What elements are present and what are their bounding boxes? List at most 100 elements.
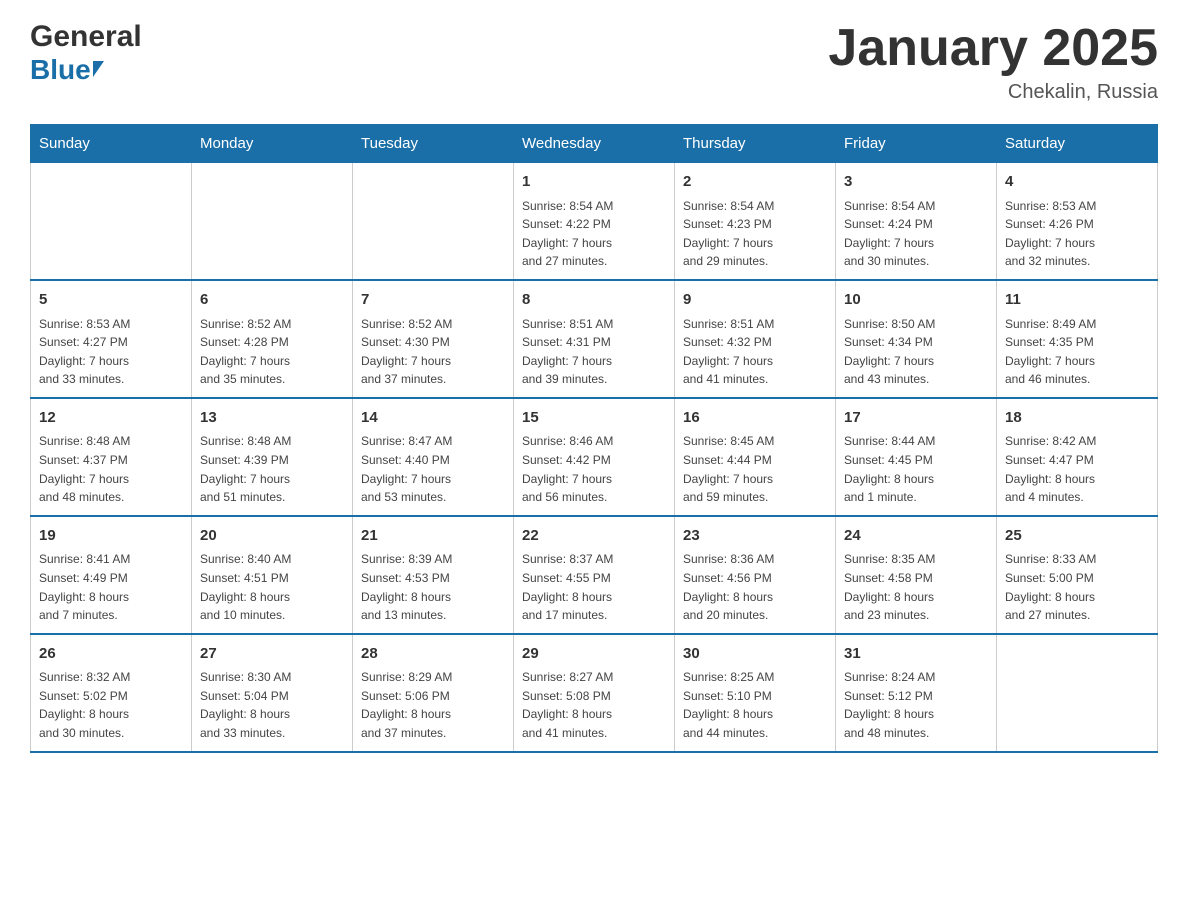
- day-number: 10: [844, 289, 988, 312]
- table-row: [31, 163, 192, 280]
- table-row: 1 Sunrise: 8:54 AM Sunset: 4:22 PM Daylig…: [514, 163, 675, 280]
- day-info: Sunrise: 8:52 AM Sunset: 4:30 PM Dayligh…: [361, 315, 505, 389]
- day-number: 14: [361, 407, 505, 430]
- table-row: 20Sunrise: 8:40 AM Sunset: 4:51 PM Dayli…: [192, 516, 353, 634]
- day-number: 27: [200, 643, 344, 666]
- day-info: Sunrise: 8:51 AM Sunset: 4:31 PM Dayligh…: [522, 315, 666, 389]
- day-number: 21: [361, 525, 505, 548]
- day-number: 1: [522, 171, 666, 194]
- day-info: Sunrise: 8:32 AM Sunset: 5:02 PM Dayligh…: [39, 668, 183, 742]
- day-number: 25: [1005, 525, 1149, 548]
- table-row: 17Sunrise: 8:44 AM Sunset: 4:45 PM Dayli…: [836, 398, 997, 516]
- day-number: 11: [1005, 289, 1149, 312]
- table-row: 10Sunrise: 8:50 AM Sunset: 4:34 PM Dayli…: [836, 280, 997, 398]
- table-row: [353, 163, 514, 280]
- day-number: 28: [361, 643, 505, 666]
- header-sunday: Sunday: [31, 125, 192, 163]
- day-info: Sunrise: 8:40 AM Sunset: 4:51 PM Dayligh…: [200, 550, 344, 624]
- day-number: 22: [522, 525, 666, 548]
- day-number: 8: [522, 289, 666, 312]
- logo: General Blue: [30, 20, 142, 86]
- day-number: 9: [683, 289, 827, 312]
- day-info: Sunrise: 8:54 AM Sunset: 4:24 PM Dayligh…: [844, 197, 988, 271]
- day-number: 18: [1005, 407, 1149, 430]
- day-number: 17: [844, 407, 988, 430]
- day-number: 29: [522, 643, 666, 666]
- table-row: 27Sunrise: 8:30 AM Sunset: 5:04 PM Dayli…: [192, 634, 353, 752]
- day-info: Sunrise: 8:42 AM Sunset: 4:47 PM Dayligh…: [1005, 432, 1149, 506]
- table-row: 22Sunrise: 8:37 AM Sunset: 4:55 PM Dayli…: [514, 516, 675, 634]
- days-of-week-row: SundayMondayTuesdayWednesdayThursdayFrid…: [31, 125, 1158, 163]
- table-row: 11 Sunrise: 8:49 AM Sunset: 4:35 PM Dayli…: [997, 280, 1158, 398]
- title-area: January 2025 Chekalin, Russia: [828, 20, 1158, 104]
- day-info: Sunrise: 8:37 AM Sunset: 4:55 PM Dayligh…: [522, 550, 666, 624]
- day-info: Sunrise: 8:48 AM Sunset: 4:39 PM Dayligh…: [200, 432, 344, 506]
- day-number: 4: [1005, 171, 1149, 194]
- day-number: 6: [200, 289, 344, 312]
- day-number: 2: [683, 171, 827, 194]
- day-number: 13: [200, 407, 344, 430]
- table-row: [997, 634, 1158, 752]
- week-row-2: 5Sunrise: 8:53 AM Sunset: 4:27 PM Daylig…: [31, 280, 1158, 398]
- day-number: 3: [844, 171, 988, 194]
- table-row: 26Sunrise: 8:32 AM Sunset: 5:02 PM Dayli…: [31, 634, 192, 752]
- day-number: 30: [683, 643, 827, 666]
- day-number: 12: [39, 407, 183, 430]
- day-info: Sunrise: 8:49 AM Sunset: 4:35 PM Dayligh…: [1005, 315, 1149, 389]
- week-row-5: 26Sunrise: 8:32 AM Sunset: 5:02 PM Dayli…: [31, 634, 1158, 752]
- table-row: 13Sunrise: 8:48 AM Sunset: 4:39 PM Dayli…: [192, 398, 353, 516]
- table-row: 4 Sunrise: 8:53 AM Sunset: 4:26 PM Daylig…: [997, 163, 1158, 280]
- day-number: 15: [522, 407, 666, 430]
- day-info: Sunrise: 8:36 AM Sunset: 4:56 PM Dayligh…: [683, 550, 827, 624]
- header-tuesday: Tuesday: [353, 125, 514, 163]
- table-row: 2 Sunrise: 8:54 AM Sunset: 4:23 PM Daylig…: [675, 163, 836, 280]
- table-row: 19Sunrise: 8:41 AM Sunset: 4:49 PM Dayli…: [31, 516, 192, 634]
- day-info: Sunrise: 8:47 AM Sunset: 4:40 PM Dayligh…: [361, 432, 505, 506]
- table-row: 5Sunrise: 8:53 AM Sunset: 4:27 PM Daylig…: [31, 280, 192, 398]
- week-row-1: 1 Sunrise: 8:54 AM Sunset: 4:22 PM Daylig…: [31, 163, 1158, 280]
- day-number: 23: [683, 525, 827, 548]
- day-number: 24: [844, 525, 988, 548]
- day-info: Sunrise: 8:53 AM Sunset: 4:27 PM Dayligh…: [39, 315, 183, 389]
- day-info: Sunrise: 8:35 AM Sunset: 4:58 PM Dayligh…: [844, 550, 988, 624]
- day-info: Sunrise: 8:30 AM Sunset: 5:04 PM Dayligh…: [200, 668, 344, 742]
- week-row-3: 12Sunrise: 8:48 AM Sunset: 4:37 PM Dayli…: [31, 398, 1158, 516]
- day-info: Sunrise: 8:44 AM Sunset: 4:45 PM Dayligh…: [844, 432, 988, 506]
- table-row: 7 Sunrise: 8:52 AM Sunset: 4:30 PM Daylig…: [353, 280, 514, 398]
- header-wednesday: Wednesday: [514, 125, 675, 163]
- table-row: 23Sunrise: 8:36 AM Sunset: 4:56 PM Dayli…: [675, 516, 836, 634]
- table-row: 16Sunrise: 8:45 AM Sunset: 4:44 PM Dayli…: [675, 398, 836, 516]
- day-number: 7: [361, 289, 505, 312]
- table-row: 31Sunrise: 8:24 AM Sunset: 5:12 PM Dayli…: [836, 634, 997, 752]
- table-row: 9 Sunrise: 8:51 AM Sunset: 4:32 PM Daylig…: [675, 280, 836, 398]
- table-row: 29Sunrise: 8:27 AM Sunset: 5:08 PM Dayli…: [514, 634, 675, 752]
- day-info: Sunrise: 8:53 AM Sunset: 4:26 PM Dayligh…: [1005, 197, 1149, 271]
- table-row: 8 Sunrise: 8:51 AM Sunset: 4:31 PM Daylig…: [514, 280, 675, 398]
- week-row-4: 19Sunrise: 8:41 AM Sunset: 4:49 PM Dayli…: [31, 516, 1158, 634]
- day-info: Sunrise: 8:39 AM Sunset: 4:53 PM Dayligh…: [361, 550, 505, 624]
- day-info: Sunrise: 8:29 AM Sunset: 5:06 PM Dayligh…: [361, 668, 505, 742]
- table-row: 12Sunrise: 8:48 AM Sunset: 4:37 PM Dayli…: [31, 398, 192, 516]
- day-info: Sunrise: 8:41 AM Sunset: 4:49 PM Dayligh…: [39, 550, 183, 624]
- calendar-header: SundayMondayTuesdayWednesdayThursdayFrid…: [31, 125, 1158, 163]
- logo-general-text: General: [30, 20, 142, 54]
- table-row: 24Sunrise: 8:35 AM Sunset: 4:58 PM Dayli…: [836, 516, 997, 634]
- day-info: Sunrise: 8:54 AM Sunset: 4:22 PM Dayligh…: [522, 197, 666, 271]
- day-info: Sunrise: 8:52 AM Sunset: 4:28 PM Dayligh…: [200, 315, 344, 389]
- day-info: Sunrise: 8:27 AM Sunset: 5:08 PM Dayligh…: [522, 668, 666, 742]
- table-row: 21Sunrise: 8:39 AM Sunset: 4:53 PM Dayli…: [353, 516, 514, 634]
- table-row: 3 Sunrise: 8:54 AM Sunset: 4:24 PM Daylig…: [836, 163, 997, 280]
- logo-blue-text: Blue: [30, 54, 91, 86]
- day-info: Sunrise: 8:24 AM Sunset: 5:12 PM Dayligh…: [844, 668, 988, 742]
- day-info: Sunrise: 8:45 AM Sunset: 4:44 PM Dayligh…: [683, 432, 827, 506]
- calendar-body: 1 Sunrise: 8:54 AM Sunset: 4:22 PM Daylig…: [31, 163, 1158, 752]
- page-header: General Blue January 2025 Chekalin, Russ…: [30, 20, 1158, 104]
- day-info: Sunrise: 8:51 AM Sunset: 4:32 PM Dayligh…: [683, 315, 827, 389]
- day-number: 31: [844, 643, 988, 666]
- table-row: 28Sunrise: 8:29 AM Sunset: 5:06 PM Dayli…: [353, 634, 514, 752]
- day-info: Sunrise: 8:54 AM Sunset: 4:23 PM Dayligh…: [683, 197, 827, 271]
- header-friday: Friday: [836, 125, 997, 163]
- calendar-table: SundayMondayTuesdayWednesdayThursdayFrid…: [30, 124, 1158, 752]
- day-info: Sunrise: 8:25 AM Sunset: 5:10 PM Dayligh…: [683, 668, 827, 742]
- day-number: 16: [683, 407, 827, 430]
